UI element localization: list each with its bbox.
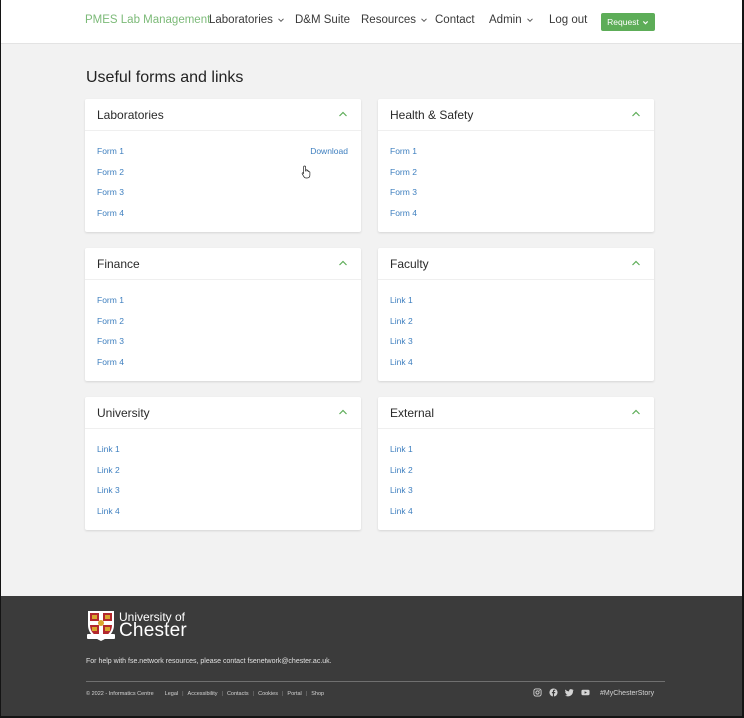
chevron-down-icon [642, 20, 648, 24]
request-button-label: Request [607, 17, 639, 27]
card-laboratories: Laboratories Form 1 Form 2 Form 3 Form 4… [85, 99, 361, 232]
accessibility-link[interactable]: Accessibility [188, 691, 218, 697]
help-text: For help with fse.network resources, ple… [86, 658, 332, 665]
shop-link[interactable]: Shop [311, 691, 324, 697]
card-header[interactable]: Faculty [378, 248, 654, 280]
nav-contact[interactable]: Contact [435, 14, 475, 26]
hashtag-link[interactable]: #MyChesterStory [600, 690, 654, 697]
card-link[interactable]: Link 2 [390, 465, 413, 475]
card-link[interactable]: Form 3 [390, 187, 417, 197]
nav-contact-label: Contact [435, 14, 475, 26]
card-title: Faculty [390, 257, 429, 271]
card-link[interactable]: Form 1 [97, 295, 124, 305]
card-header[interactable]: University [85, 397, 361, 429]
logo-text-bottom: Chester [119, 620, 187, 641]
brand-link[interactable]: PMES Lab Management [85, 14, 210, 26]
facebook-icon[interactable] [549, 688, 558, 697]
chevron-down-icon [421, 18, 427, 23]
card-faculty: Faculty Link 1 Link 2 Link 3 Link 4 [378, 248, 654, 381]
chevron-up-icon[interactable] [338, 408, 348, 416]
card-title: External [390, 406, 435, 420]
nav-dm-suite[interactable]: D&M Suite [295, 14, 350, 26]
twitter-icon[interactable] [565, 688, 574, 697]
separator: | [281, 691, 284, 697]
university-crest-icon[interactable] [86, 608, 116, 642]
legal-link[interactable]: Legal [165, 691, 178, 697]
request-button[interactable]: Request [601, 13, 655, 31]
card-header[interactable]: External [378, 397, 654, 429]
card-link[interactable]: Form 2 [97, 167, 124, 177]
separator: | [252, 691, 255, 697]
legal-links: © 2022 - Informatics Centre Legal | Acce… [86, 691, 324, 697]
separator: | [305, 691, 308, 697]
card-link[interactable]: Link 3 [97, 485, 120, 495]
chevron-up-icon[interactable] [338, 110, 348, 118]
card-link[interactable]: Form 3 [97, 187, 124, 197]
card-link[interactable]: Link 2 [390, 316, 413, 326]
card-link[interactable]: Link 1 [97, 444, 120, 454]
card-header[interactable]: Laboratories [85, 99, 361, 131]
card-link[interactable]: Form 4 [97, 357, 124, 367]
contacts-link[interactable]: Contacts [227, 691, 249, 697]
card-link[interactable]: Form 1 [390, 146, 417, 156]
card-link[interactable]: Link 1 [390, 295, 413, 305]
chevron-down-icon [526, 18, 533, 23]
page-title: Useful forms and links [86, 69, 244, 86]
card-link[interactable]: Form 2 [97, 316, 124, 326]
social-links [533, 688, 590, 697]
cookies-link[interactable]: Cookies [258, 691, 278, 697]
card-link[interactable]: Form 4 [97, 208, 124, 218]
portal-link[interactable]: Portal [287, 691, 301, 697]
card-university: University Link 1 Link 2 Link 3 Link 4 [85, 397, 361, 530]
nav-laboratories[interactable]: Laboratories [209, 14, 285, 26]
card-finance: Finance Form 1 Form 2 Form 3 Form 4 [85, 248, 361, 381]
card-link[interactable]: Link 2 [97, 465, 120, 475]
card-link[interactable]: Form 1 [97, 146, 124, 156]
hand-cursor-icon [301, 165, 311, 179]
chevron-up-icon[interactable] [631, 408, 641, 416]
site-footer: University of Chester For help with fse.… [1, 596, 742, 716]
nav-logout-label: Log out [549, 14, 588, 26]
download-link[interactable]: Download [310, 146, 348, 156]
card-link[interactable]: Link 4 [390, 506, 413, 516]
card-header[interactable]: Health & Safety [378, 99, 654, 131]
card-link[interactable]: Link 3 [390, 485, 413, 495]
app-window: PMES Lab Management Laboratories D&M Sui… [1, 0, 742, 716]
chevron-up-icon[interactable] [631, 259, 641, 267]
card-title: Health & Safety [390, 108, 474, 122]
nav-resources-label: Resources [361, 14, 416, 26]
copyright-text: © 2022 - Informatics Centre [86, 691, 154, 697]
help-text-suffix: . [329, 658, 332, 665]
chevron-up-icon[interactable] [338, 259, 348, 267]
card-link[interactable]: Form 4 [390, 208, 417, 218]
help-text-prefix: For help with fse.network resources, ple… [86, 658, 248, 665]
youtube-icon[interactable] [581, 688, 590, 697]
nav-admin-label: Admin [489, 14, 522, 26]
separator: | [221, 691, 223, 697]
card-link[interactable]: Form 2 [390, 167, 417, 177]
nav-logout[interactable]: Log out [549, 14, 587, 26]
card-header[interactable]: Finance [85, 248, 361, 280]
separator: | [182, 691, 184, 697]
chevron-up-icon[interactable] [631, 110, 641, 118]
nav-resources[interactable]: Resources [361, 14, 428, 26]
card-title: Finance [97, 257, 140, 271]
card-link[interactable]: Link 4 [390, 357, 413, 367]
card-external: External Link 1 Link 2 Link 3 Link 4 [378, 397, 654, 530]
chevron-down-icon [278, 18, 284, 23]
card-health-safety: Health & Safety Form 1 Form 2 Form 3 For… [378, 99, 654, 232]
top-navbar: PMES Lab Management Laboratories D&M Sui… [1, 0, 742, 44]
card-title: University [97, 406, 150, 420]
card-link[interactable]: Link 3 [390, 336, 413, 346]
nav-admin[interactable]: Admin [489, 14, 534, 26]
nav-dm-suite-label: D&M Suite [295, 14, 350, 26]
nav-laboratories-label: Laboratories [209, 14, 273, 26]
help-email-link[interactable]: fsenetwork@chester.ac.uk [247, 658, 329, 665]
footer-divider [86, 681, 665, 682]
card-link[interactable]: Link 1 [390, 444, 413, 454]
card-title: Laboratories [97, 108, 164, 122]
instagram-icon[interactable] [533, 688, 542, 697]
card-link[interactable]: Form 3 [97, 336, 124, 346]
card-link[interactable]: Link 4 [97, 506, 120, 516]
